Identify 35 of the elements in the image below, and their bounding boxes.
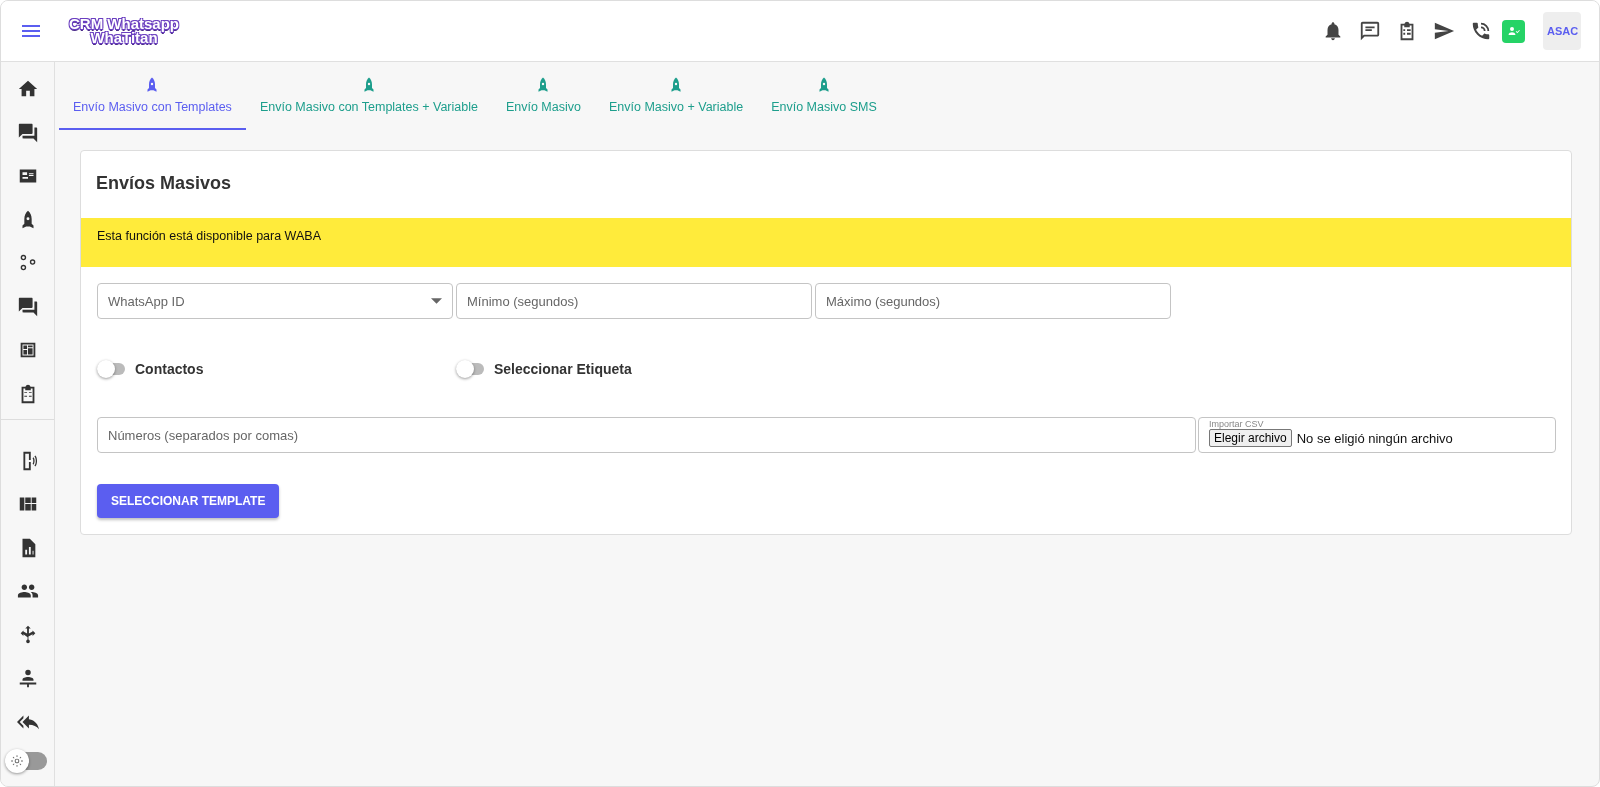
sun-icon	[10, 754, 24, 768]
field-label: Importar CSV	[1209, 419, 1265, 429]
logo: CRM Whatsapp WhaTitan	[69, 17, 179, 45]
chat-bubbles-icon	[16, 295, 39, 318]
user-check-button[interactable]	[1502, 19, 1525, 43]
chat-bubbles-icon	[16, 121, 39, 144]
choose-file-button[interactable]: Elegir archivo	[1209, 429, 1292, 447]
tab[interactable]: Envío Masivo con Templates + Variable	[245, 62, 492, 130]
send-button[interactable]	[1433, 20, 1455, 42]
sidebar-item[interactable]	[16, 121, 39, 144]
input-field[interactable]: Máximo (segundos)	[815, 283, 1171, 319]
input-field[interactable]: Mínimo (segundos)	[456, 283, 812, 319]
file-status: No se eligió ningún archivo	[1296, 430, 1453, 446]
avatar[interactable]: ASAC	[1543, 12, 1581, 50]
tab[interactable]: Envío Masivo + Variable	[594, 62, 758, 130]
toggle-label: Contactos	[135, 361, 204, 377]
notice-banner: Esta función está disponible para WABA	[81, 218, 1571, 267]
phone-call-button[interactable]	[1470, 20, 1492, 42]
card-title: Envíos Masivos	[95, 172, 233, 195]
tab[interactable]: Envío Masivo	[491, 62, 595, 130]
select-field[interactable]: WhatsApp ID	[97, 283, 453, 319]
toggle-switch[interactable]	[97, 359, 127, 379]
theme-switch[interactable]	[7, 752, 47, 770]
input-field[interactable]: Números (separados por comas)	[97, 417, 1196, 453]
tab[interactable]: Envío Masivo SMS	[757, 62, 891, 130]
phone-call-icon	[1470, 20, 1492, 42]
chat-icon	[1359, 20, 1381, 42]
send-icon	[1433, 20, 1455, 42]
select-template-button[interactable]: SELECCIONAR TEMPLATE	[97, 484, 280, 518]
tab[interactable]: Envío Masivo con Templates	[59, 62, 246, 130]
toggle-label: Seleccionar Etiqueta	[494, 361, 632, 377]
chat-button[interactable]	[1359, 20, 1381, 42]
caret-icon	[431, 298, 442, 304]
toggle-switch[interactable]	[456, 359, 486, 379]
sidebar-item[interactable]	[16, 295, 39, 318]
